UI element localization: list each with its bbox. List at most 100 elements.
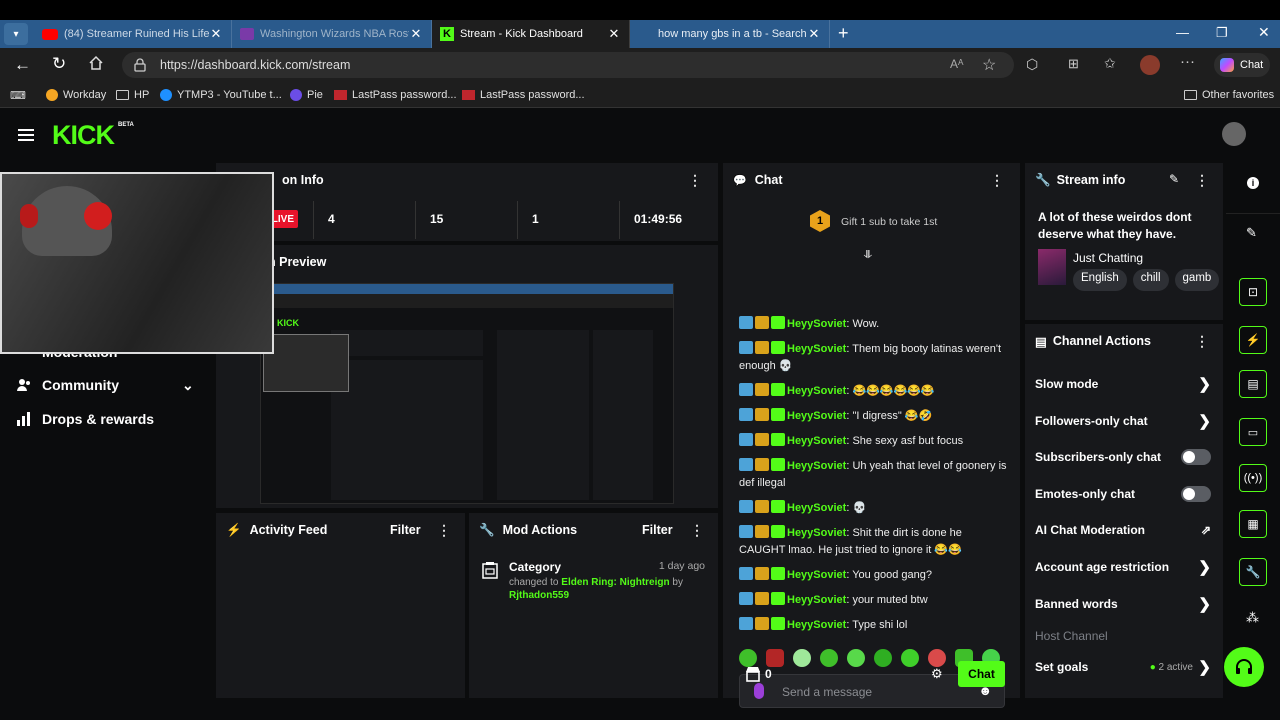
chat-username[interactable]: HeyySoviet (787, 385, 846, 397)
rail-screenshot-button[interactable]: ⊡ (1239, 278, 1267, 306)
tab-actions-icon[interactable]: ▾ (4, 23, 28, 45)
emote-icon[interactable] (874, 649, 892, 667)
slow-mode-row[interactable]: Slow mode ❯ (1035, 369, 1211, 399)
emote-icon[interactable] (928, 649, 946, 667)
sidebar-item-drops[interactable]: Drops & rewards (16, 407, 154, 431)
tag-chip[interactable]: gamb (1174, 269, 1219, 291)
gift-sub-prompt[interactable]: Gift 1 sub to take 1st (841, 216, 937, 228)
url-text: https://dashboard.kick.com/stream (160, 58, 351, 72)
more-icon[interactable]: ··· (1180, 53, 1195, 70)
emote-icon[interactable] (847, 649, 865, 667)
stream-preview-video[interactable]: KICK (260, 283, 674, 504)
tab-search[interactable]: how many gbs in a tb - Search ✕ (630, 20, 830, 48)
fav-lastpass-2[interactable]: LastPass password... (462, 82, 585, 108)
emote-icon[interactable] (793, 649, 811, 667)
support-headset-button[interactable] (1224, 647, 1264, 687)
store-icon[interactable] (745, 666, 761, 682)
kebab-menu-icon[interactable]: ⋮ (688, 172, 702, 189)
mod-entry-game-link[interactable]: Elden Ring: Nightreign (561, 577, 669, 588)
tab-youtube[interactable]: (84) Streamer Ruined His Life in 7 ✕ (34, 20, 232, 48)
banned-words-row[interactable]: Banned words ❯ (1035, 589, 1211, 619)
close-icon[interactable]: ✕ (409, 26, 423, 42)
minimize-button[interactable]: — (1176, 25, 1189, 40)
chat-username[interactable]: HeyySoviet (787, 619, 846, 631)
tag-chip[interactable]: English (1073, 269, 1127, 291)
kick-logo[interactable]: KICK (52, 120, 115, 151)
chat-settings-gear-icon[interactable]: ⚙ (931, 666, 943, 682)
emote-icon[interactable] (739, 649, 757, 667)
kebab-menu-icon[interactable]: ⋮ (437, 522, 451, 539)
chat-username[interactable]: HeyySoviet (787, 502, 846, 514)
chat-username[interactable]: HeyySoviet (787, 569, 846, 581)
hamburger-menu-icon[interactable] (18, 128, 34, 142)
user-avatar[interactable] (1222, 122, 1246, 146)
rail-notes-button[interactable]: ▤ (1239, 370, 1267, 398)
webcam-overlay[interactable] (0, 172, 274, 354)
favorite-star-icon[interactable]: ☆ (982, 55, 996, 75)
fav-hp[interactable]: HP (116, 82, 149, 108)
rail-layout-button[interactable]: ▦ (1239, 510, 1267, 538)
chat-username[interactable]: HeyySoviet (787, 435, 846, 447)
chat-username[interactable]: HeyySoviet (787, 460, 846, 472)
rail-chat-button[interactable]: ▭ (1239, 418, 1267, 446)
chat-username[interactable]: HeyySoviet (787, 410, 846, 422)
close-icon[interactable]: ✕ (607, 26, 621, 42)
set-goals-row[interactable]: Set goals ● 2 active ❯ (1035, 652, 1211, 682)
split-screen-icon[interactable]: ⊞ (1068, 56, 1079, 72)
mod-actions-filter-button[interactable]: Filter (642, 523, 673, 537)
rail-quick-actions-button[interactable]: ⚡ (1239, 326, 1267, 354)
fav-ytmp3[interactable]: YTMP3 - YouTube t... (160, 82, 282, 108)
edit-pencil-icon[interactable]: ✎ (1246, 225, 1257, 241)
rail-tools-button[interactable]: 🔧 (1239, 558, 1267, 586)
chat-username[interactable]: HeyySoviet (787, 318, 846, 330)
ai-moderation-row[interactable]: AI Chat Moderation ⇗ (1035, 515, 1211, 545)
subscribers-only-toggle[interactable] (1181, 449, 1211, 465)
chat-username[interactable]: HeyySoviet (787, 343, 846, 355)
maximize-button[interactable]: ❐ (1216, 25, 1228, 41)
emote-icon[interactable] (766, 649, 784, 667)
fav-workday[interactable]: Workday (46, 82, 106, 108)
tab-wizards[interactable]: Washington Wizards NBA Roster ✕ (232, 20, 432, 48)
close-icon[interactable]: ✕ (209, 26, 223, 42)
refresh-icon[interactable]: ↻ (52, 54, 66, 74)
reading-list-icon[interactable]: ⌨ (10, 82, 26, 108)
category-name[interactable]: Just Chatting (1073, 251, 1143, 265)
new-tab-button[interactable]: + (838, 23, 849, 44)
send-chat-button[interactable]: Chat (958, 661, 1005, 687)
followers-only-row[interactable]: Followers-only chat ❯ (1035, 406, 1211, 436)
url-field[interactable]: https://dashboard.kick.com/stream Aᴬ ☆ (122, 52, 1014, 78)
tab-kick-dashboard[interactable]: K Stream - Kick Dashboard ✕ (432, 20, 630, 48)
account-age-row[interactable]: Account age restriction ❯ (1035, 552, 1211, 582)
mic-icon[interactable] (754, 683, 764, 699)
chat-username[interactable]: HeyySoviet (787, 527, 846, 539)
rail-broadcast-button[interactable]: ((•)) (1239, 464, 1267, 492)
mod-entry-user-link[interactable]: Rjthadon559 (509, 590, 569, 601)
edit-pencil-icon[interactable]: ✎ (1169, 172, 1179, 186)
profile-avatar[interactable] (1140, 55, 1160, 75)
fav-pie[interactable]: Pie (290, 82, 323, 108)
chat-username[interactable]: HeyySoviet (787, 594, 846, 606)
kebab-menu-icon[interactable]: ⋮ (1195, 172, 1209, 189)
kebab-menu-icon[interactable]: ⋮ (690, 522, 704, 539)
activity-filter-button[interactable]: Filter (390, 523, 421, 537)
extensions-icon[interactable]: ⬡ (1026, 56, 1038, 73)
close-icon[interactable]: ✕ (807, 26, 821, 42)
sidebar-item-community[interactable]: Community ⌄ (16, 373, 194, 397)
home-icon[interactable] (88, 55, 104, 71)
collections-icon[interactable]: ✩ (1104, 55, 1116, 72)
kebab-menu-icon[interactable]: ⋮ (1195, 333, 1209, 350)
tag-chip[interactable]: chill (1132, 269, 1169, 291)
pinned-scroll-icon[interactable]: ⥥ (864, 249, 872, 262)
integrations-icon[interactable]: ⁂ (1246, 610, 1259, 626)
info-icon[interactable]: i (1247, 177, 1259, 189)
back-icon[interactable]: ← (14, 55, 31, 75)
emote-icon[interactable] (901, 649, 919, 667)
other-favorites[interactable]: Other favorites (1184, 82, 1274, 108)
kebab-menu-icon[interactable]: ⋮ (990, 172, 1004, 189)
close-window-button[interactable]: ✕ (1258, 24, 1270, 41)
fav-lastpass-1[interactable]: LastPass password... (334, 82, 457, 108)
copilot-chat-button[interactable]: Chat (1214, 53, 1270, 77)
emotes-only-toggle[interactable] (1181, 486, 1211, 502)
read-aloud-icon[interactable]: Aᴬ (950, 57, 963, 71)
emote-icon[interactable] (820, 649, 838, 667)
